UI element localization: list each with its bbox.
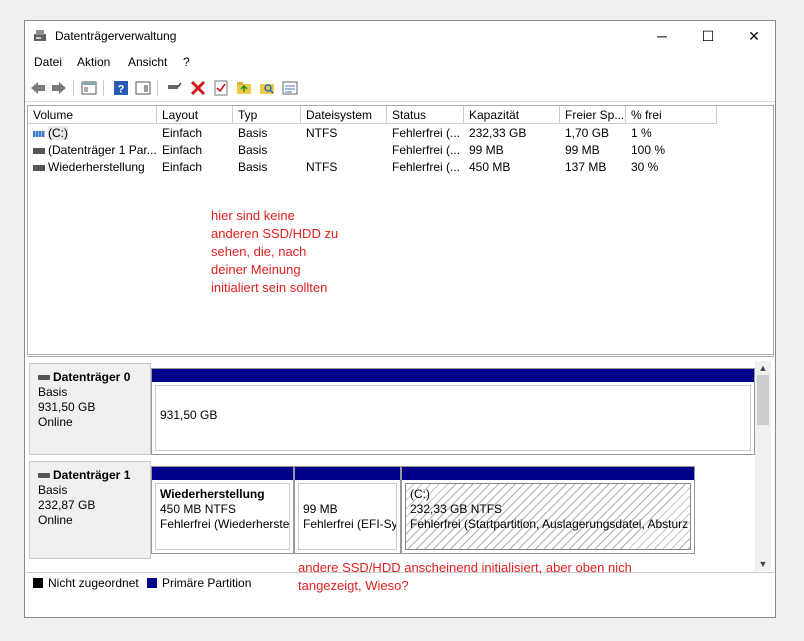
volume-icon xyxy=(33,147,45,154)
delete-icon[interactable] xyxy=(190,80,206,96)
table-cell: 99 MB xyxy=(469,143,504,157)
partition-body: Wiederherstellung 450 MB NTFS Fehlerfrei… xyxy=(155,483,290,550)
svg-text:?: ? xyxy=(118,84,125,96)
partition-bar xyxy=(295,467,400,480)
forward-icon[interactable] xyxy=(51,80,67,96)
volume-icon xyxy=(33,130,45,137)
table-cell: 137 MB xyxy=(565,160,607,174)
table-cell: Einfach xyxy=(162,143,203,157)
disk-management-icon xyxy=(34,30,46,41)
partition-body: 99 MB Fehlerfrei (EFI-Sys xyxy=(298,483,397,550)
partition-c[interactable]: (C:) 232,33 GB NTFS Fehlerfrei (Startpar… xyxy=(401,466,695,554)
unallocated-swatch xyxy=(33,578,43,588)
disk-icon xyxy=(38,375,50,381)
volume-list: Volume Layout Typ Dateisystem Status Kap… xyxy=(27,105,774,355)
table-row-volume[interactable]: (C:) xyxy=(28,125,157,141)
disk-1-label[interactable]: Datenträger 1 Basis 232,87 GB Online xyxy=(29,461,151,559)
table-cell: Fehlerfrei (... xyxy=(392,143,461,157)
partition-wiederherstellung[interactable]: Wiederherstellung 450 MB NTFS Fehlerfrei… xyxy=(151,466,294,554)
search-icon[interactable] xyxy=(259,80,275,96)
properties-icon[interactable] xyxy=(81,80,97,96)
table-cell: 450 MB xyxy=(469,160,511,174)
scroll-down-icon[interactable]: ▼ xyxy=(755,557,771,571)
table-cell: 99 MB xyxy=(565,143,600,157)
disk-icon xyxy=(38,473,50,479)
partition-efi[interactable]: 99 MB Fehlerfrei (EFI-Sys xyxy=(294,466,401,554)
partition-body: (C:) 232,33 GB NTFS Fehlerfrei (Startpar… xyxy=(405,483,691,550)
column-volume[interactable]: Volume xyxy=(28,106,157,124)
disk-graphical-view: Datenträger 0 Basis 931,50 GB Online 931… xyxy=(27,356,774,572)
table-cell: Fehlerfrei (... xyxy=(392,126,461,140)
legend-primary: Primäre Partition xyxy=(162,576,252,590)
column-layout[interactable]: Layout xyxy=(157,106,233,124)
table-cell: Fehlerfrei (... xyxy=(392,160,461,174)
table-cell: 1 % xyxy=(631,126,652,140)
table-row-volume[interactable]: Wiederherstellung xyxy=(28,159,157,175)
folder-icon[interactable] xyxy=(236,80,252,96)
table-cell: NTFS xyxy=(306,126,338,140)
disk-0-partition[interactable]: 931,50 GB xyxy=(151,368,755,455)
title-bar: Datenträgerverwaltung ─ ☐ ✕ xyxy=(25,21,775,51)
menu-bar: Datei Aktion Ansicht ? xyxy=(25,51,775,73)
table-cell: Einfach xyxy=(162,160,203,174)
back-icon[interactable] xyxy=(30,80,46,96)
table-cell: Basis xyxy=(238,160,268,174)
annotation-top: hier sind keine anderen SSD/HDD zu sehen… xyxy=(211,208,339,295)
minimize-button[interactable]: ─ xyxy=(639,21,685,51)
column-kapazitaet[interactable]: Kapazität xyxy=(464,106,560,124)
legend-unallocated: Nicht zugeordnet xyxy=(48,576,139,590)
table-cell xyxy=(301,142,387,158)
column-prozent-frei[interactable]: % frei xyxy=(626,106,717,124)
close-button[interactable]: ✕ xyxy=(731,21,777,51)
table-cell: 232,33 GB xyxy=(469,126,527,140)
column-status[interactable]: Status xyxy=(387,106,464,124)
table-cell: Basis xyxy=(238,143,268,157)
menu-datei[interactable]: Datei xyxy=(34,55,62,69)
disk-scrollbar[interactable]: ▲ ▼ xyxy=(755,361,771,571)
table-cell: 1,70 GB xyxy=(565,126,610,140)
column-freier-speicher[interactable]: Freier Sp... xyxy=(560,106,626,124)
disk-0-label[interactable]: Datenträger 0 Basis 931,50 GB Online xyxy=(29,363,151,455)
toolbar: ? xyxy=(25,75,775,102)
volume-icon xyxy=(33,164,45,171)
partition-body: 931,50 GB xyxy=(155,385,751,451)
partition-bar xyxy=(152,467,293,480)
list-icon[interactable] xyxy=(282,80,298,96)
primary-swatch xyxy=(147,578,157,588)
table-cell: Einfach xyxy=(162,126,203,140)
menu-ansicht[interactable]: Ansicht xyxy=(128,55,167,69)
table-row-volume[interactable]: (Datenträger 1 Par... xyxy=(28,142,157,158)
scroll-thumb[interactable] xyxy=(757,375,769,425)
table-cell: 100 % xyxy=(631,143,666,157)
check-icon[interactable] xyxy=(213,80,229,96)
menu-aktion[interactable]: Aktion xyxy=(77,55,110,69)
table-cell: 30 % xyxy=(631,160,659,174)
column-typ[interactable]: Typ xyxy=(233,106,301,124)
partition-bar xyxy=(402,467,694,480)
scroll-up-icon[interactable]: ▲ xyxy=(755,361,771,375)
annotation-bottom: andere SSD/HDD anscheinend initialisiert… xyxy=(298,560,632,593)
partition-bar xyxy=(152,369,754,382)
maximize-button[interactable]: ☐ xyxy=(685,21,731,51)
menu-help[interactable]: ? xyxy=(183,55,190,69)
table-cell: NTFS xyxy=(306,160,338,174)
connect-icon[interactable] xyxy=(166,80,182,96)
window-title: Datenträgerverwaltung xyxy=(55,29,177,43)
console-icon[interactable] xyxy=(135,80,151,96)
app-window: Datenträgerverwaltung ─ ☐ ✕ Datei Aktion… xyxy=(24,20,776,618)
help-icon[interactable]: ? xyxy=(113,80,129,96)
column-dateisystem[interactable]: Dateisystem xyxy=(301,106,387,124)
table-cell: Basis xyxy=(238,126,268,140)
